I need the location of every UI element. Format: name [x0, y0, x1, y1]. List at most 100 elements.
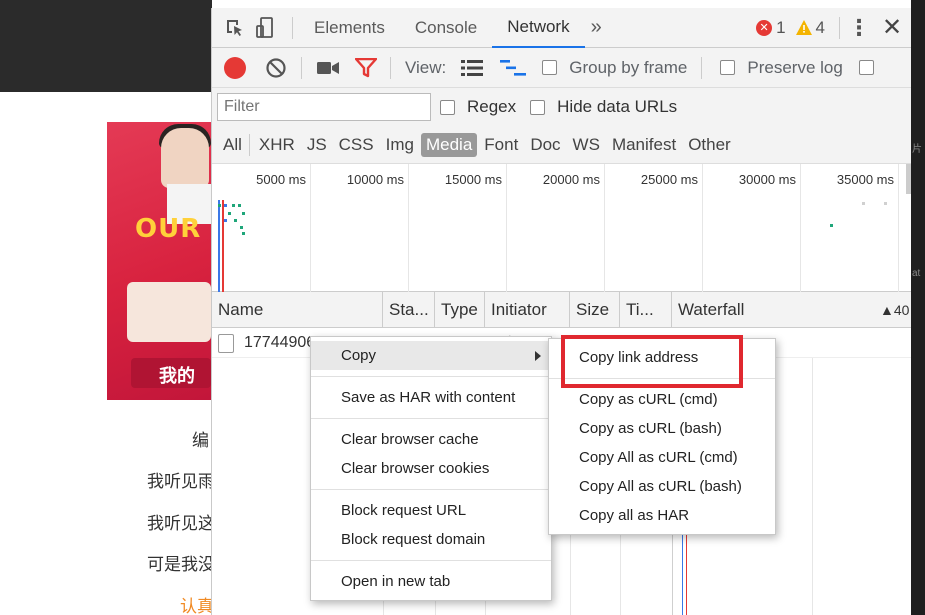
- resource-type-filter-bar: All XHR JS CSS Img Media Font Doc WS Man…: [212, 126, 911, 164]
- poster-image: OUR 我的: [107, 122, 211, 400]
- column-header-initiator[interactable]: Initiator: [485, 292, 570, 328]
- hide-data-urls-label[interactable]: Hide data URLs: [557, 97, 677, 117]
- menu-item-copy-as-curl-cmd[interactable]: Copy as cURL (cmd): [549, 385, 775, 414]
- type-filter-img[interactable]: Img: [381, 133, 419, 157]
- view-label: View:: [405, 57, 447, 77]
- poster-group-photo: [127, 282, 211, 342]
- menu-item-copy-as-curl-bash[interactable]: Copy as cURL (bash): [549, 414, 775, 443]
- overview-tick-label: 5000 ms: [256, 172, 306, 187]
- menu-item-block-request-url[interactable]: Block request URL: [311, 496, 551, 525]
- poster-caption: 我的: [159, 366, 195, 387]
- large-rows-list-icon[interactable]: [460, 57, 484, 79]
- preserve-log-label[interactable]: Preserve log: [747, 58, 842, 78]
- warning-icon[interactable]: [795, 20, 812, 35]
- type-filter-all[interactable]: All: [218, 133, 247, 157]
- menu-item-copy-all-as-har[interactable]: Copy all as HAR: [549, 501, 775, 530]
- overview-gridline: [702, 164, 703, 292]
- request-dot: [862, 202, 865, 205]
- warning-count[interactable]: 4: [816, 18, 825, 38]
- article-line: 可是我没: [147, 555, 211, 574]
- request-dot: [238, 204, 241, 207]
- type-filter-doc[interactable]: Doc: [525, 133, 565, 157]
- overview-scrollbar[interactable]: [906, 164, 911, 194]
- request-dot: [234, 219, 237, 222]
- type-filter-media[interactable]: Media: [420, 132, 478, 157]
- device-toolbar-icon[interactable]: [250, 8, 280, 48]
- tab-console[interactable]: Console: [400, 8, 492, 48]
- column-header-type[interactable]: Type: [435, 292, 485, 328]
- menu-separator: [311, 560, 551, 561]
- regex-label[interactable]: Regex: [467, 97, 516, 117]
- load-event-marker: [222, 200, 224, 292]
- dom-content-loaded-marker: [218, 200, 220, 292]
- waterfall-sort-indicator[interactable]: ▲40: [876, 292, 911, 328]
- error-icon[interactable]: ✕: [756, 19, 773, 36]
- hide-data-urls-checkbox[interactable]: [530, 99, 546, 115]
- inspect-element-icon[interactable]: [220, 8, 250, 48]
- tab-network[interactable]: Network: [492, 8, 585, 48]
- menu-item-copy-all-as-curl-bash[interactable]: Copy All as cURL (bash): [549, 472, 775, 501]
- network-overview-timeline[interactable]: 5000 ms 10000 ms 15000 ms 20000 ms 25000…: [212, 164, 911, 292]
- article-link[interactable]: 认真: [180, 592, 212, 615]
- overview-gridline: [800, 164, 801, 292]
- menu-item-clear-browser-cookies[interactable]: Clear browser cookies: [311, 454, 551, 483]
- poster-face: [161, 128, 209, 188]
- article-line: 我听见这: [147, 514, 211, 533]
- column-header-waterfall[interactable]: Waterfall: [672, 292, 872, 328]
- disable-cache-checkbox[interactable]: [858, 60, 874, 75]
- type-filter-js[interactable]: JS: [302, 133, 332, 157]
- column-header-name[interactable]: Name: [212, 292, 383, 328]
- highlight-annotation-box: [561, 335, 743, 388]
- overview-gridline: [408, 164, 409, 292]
- overview-gridline: [506, 164, 507, 292]
- type-filter-manifest[interactable]: Manifest: [607, 133, 681, 157]
- menu-item-copy[interactable]: Copy: [311, 341, 551, 370]
- regex-checkbox[interactable]: [440, 99, 455, 115]
- menu-item-clear-browser-cache[interactable]: Clear browser cache: [311, 425, 551, 454]
- record-icon[interactable]: [224, 56, 246, 79]
- filter-funnel-icon[interactable]: [354, 57, 378, 79]
- more-tabs-button[interactable]: »: [585, 8, 608, 48]
- menu-item-open-in-new-tab[interactable]: Open in new tab: [311, 567, 551, 596]
- column-header-time[interactable]: Ti...: [620, 292, 672, 328]
- toolbar-divider: [301, 56, 302, 79]
- overview-gridline: [898, 164, 899, 292]
- type-filter-css[interactable]: CSS: [334, 133, 379, 157]
- media-file-icon: [218, 333, 234, 353]
- devtools-tabbar: Elements Console Network » ✕ 1 4 ⋮ ✕: [212, 8, 911, 48]
- menu-item-label: Copy: [341, 347, 377, 364]
- menu-item-copy-all-as-curl-cmd[interactable]: Copy All as cURL (cmd): [549, 443, 775, 472]
- close-icon[interactable]: ✕: [872, 8, 911, 48]
- screenshot-camera-icon[interactable]: [316, 57, 340, 79]
- type-filter-font[interactable]: Font: [479, 133, 523, 157]
- overview-tick-label: 15000 ms: [444, 172, 502, 187]
- preserve-log-checkbox[interactable]: [720, 60, 736, 75]
- request-dot: [242, 232, 245, 235]
- group-by-frame-checkbox[interactable]: [542, 60, 558, 75]
- request-dot: [228, 212, 231, 215]
- group-by-frame-label[interactable]: Group by frame: [569, 58, 687, 78]
- menu-item-save-as-har[interactable]: Save as HAR with content: [311, 383, 551, 412]
- type-filter-xhr[interactable]: XHR: [254, 133, 300, 157]
- clear-icon[interactable]: [265, 57, 287, 79]
- tab-elements[interactable]: Elements: [299, 8, 400, 48]
- type-filter-other[interactable]: Other: [683, 133, 736, 157]
- type-filter-ws[interactable]: WS: [568, 133, 605, 157]
- column-header-status[interactable]: Sta...: [383, 292, 435, 328]
- filter-input[interactable]: [217, 93, 431, 121]
- right-edge-dark-panel: 片 at: [911, 0, 925, 615]
- waterfall-overview-icon[interactable]: [500, 57, 527, 79]
- tabbar-divider: [839, 16, 840, 39]
- request-dot: [830, 224, 833, 227]
- request-dot: [218, 204, 221, 207]
- menu-item-block-request-domain[interactable]: Block request domain: [311, 525, 551, 554]
- poster-title: OUR: [135, 214, 202, 244]
- article-line: 编: [192, 431, 209, 450]
- error-count[interactable]: 1: [776, 18, 785, 38]
- menu-separator: [311, 418, 551, 419]
- column-header-size[interactable]: Size: [570, 292, 620, 328]
- request-dot: [224, 204, 227, 207]
- type-divider: [248, 133, 250, 156]
- request-dot: [242, 212, 245, 215]
- more-options-icon[interactable]: ⋮: [846, 8, 872, 48]
